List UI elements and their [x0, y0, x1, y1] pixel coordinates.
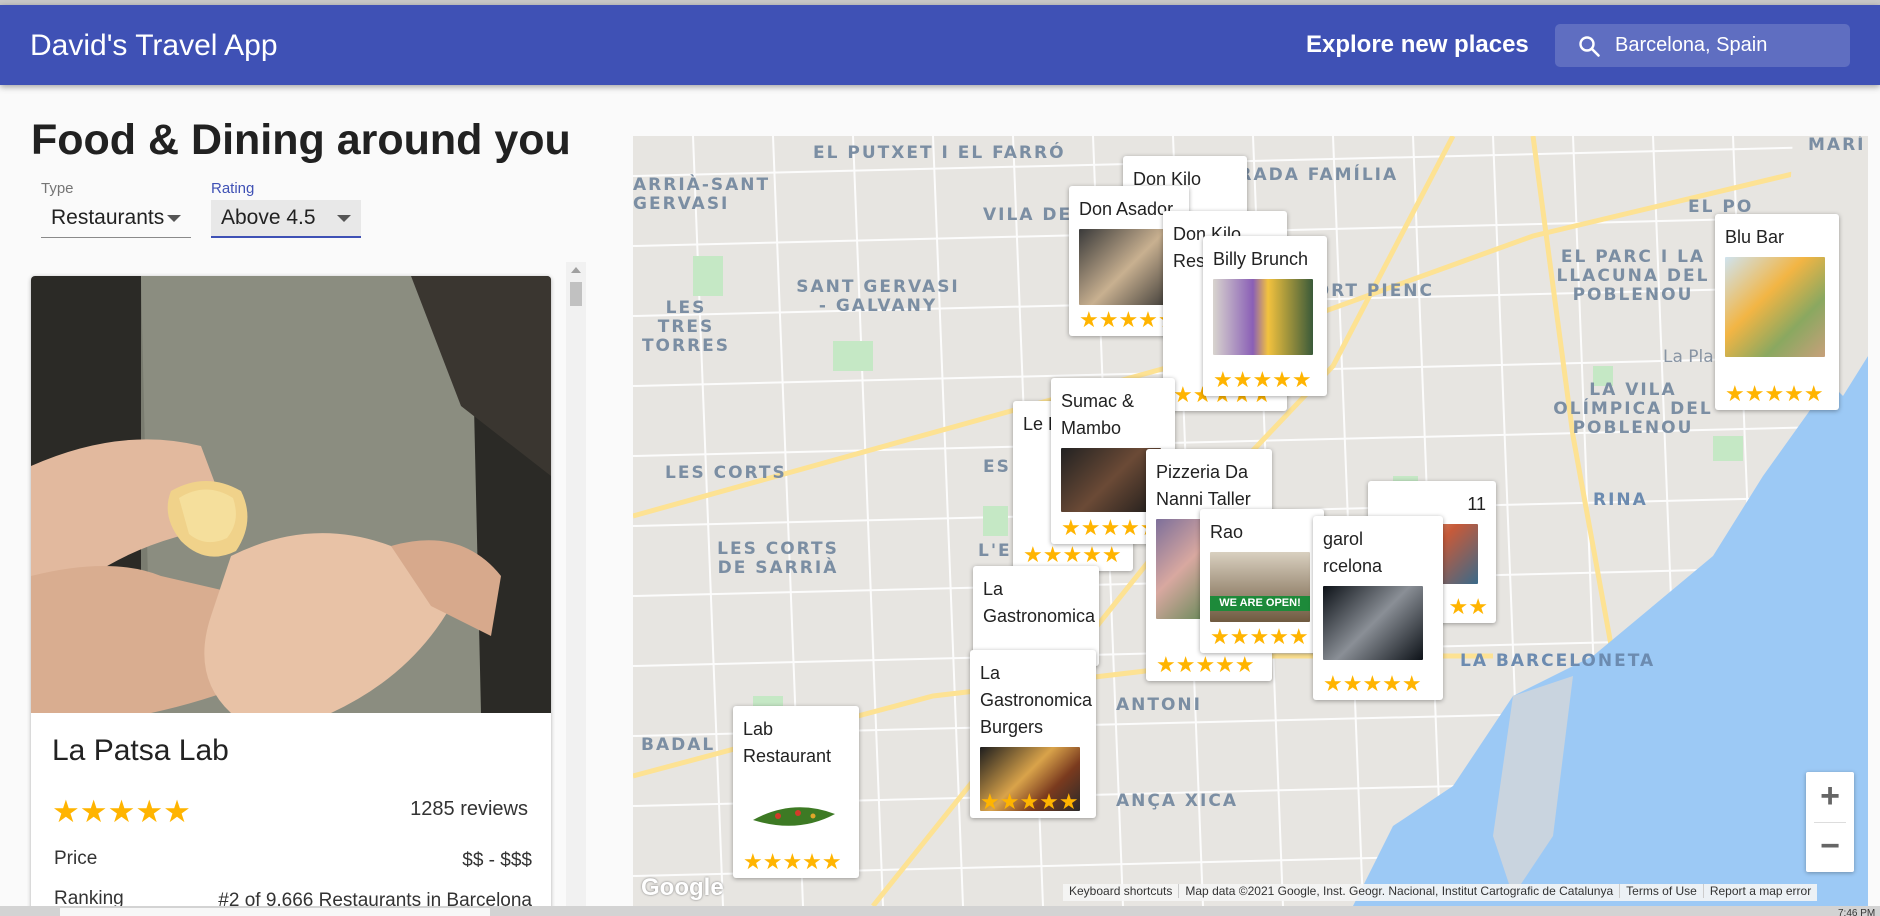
map-place-card[interactable]: Rao WE ARE OPEN! ★★★★★	[1200, 509, 1324, 653]
search-icon	[1579, 36, 1600, 57]
keyboard-shortcuts-link[interactable]: Keyboard shortcuts	[1063, 884, 1178, 898]
rating-stars: ★★★★★	[1725, 381, 1824, 406]
place-thumbnail	[743, 776, 843, 852]
place-thumbnail	[1213, 279, 1313, 355]
rating-stars: ★★★★★	[1023, 542, 1122, 567]
map-place-name: 11	[1467, 494, 1486, 514]
zoom-control: + −	[1806, 772, 1854, 872]
map-label: ANTONI	[1116, 695, 1202, 715]
map-label: RINA	[1593, 490, 1648, 510]
map-label: BADAL	[641, 735, 716, 755]
type-filter[interactable]: Type Restaurants	[41, 180, 191, 238]
map-footer: Keyboard shortcuts Map data ©2021 Google,…	[1063, 884, 1818, 901]
map-label: LES TRES TORRES	[641, 298, 731, 356]
rating-stars: ★★★★★	[1061, 515, 1160, 540]
place-photo	[31, 276, 551, 713]
report-map-error-link[interactable]: Report a map error	[1702, 884, 1818, 898]
google-logo: Google	[641, 874, 724, 901]
map-label: La Pla	[1663, 347, 1714, 367]
map-place-name: Pizzeria Da Nanni Taller	[1156, 462, 1251, 509]
app-title: David's Travel App	[30, 29, 278, 62]
price-label: Price	[54, 848, 98, 869]
page-title: Food & Dining around you	[31, 116, 571, 164]
type-select[interactable]: Restaurants	[41, 200, 191, 238]
map-label: LES CORTS	[665, 463, 787, 483]
explore-label: Explore new places	[1306, 31, 1529, 58]
place-thumbnail	[1323, 586, 1423, 660]
rating-select[interactable]: Above 4.5	[211, 200, 361, 238]
map-label: L'E	[978, 541, 1012, 561]
map-place-card[interactable]: garol rcelona ★★★★★	[1313, 516, 1443, 700]
map-place-name: garol rcelona	[1323, 529, 1383, 576]
map-place-card[interactable]: La Gastronomica Burgers ★★★★★	[970, 650, 1096, 818]
place-thumbnail	[1156, 519, 1206, 619]
map-label: MARÍ	[1808, 136, 1866, 155]
scroll-thumb[interactable]	[570, 282, 582, 306]
map-label: ES	[983, 457, 1011, 477]
price-value: $$ - $$$	[462, 850, 532, 871]
map-place-name: La Gastronomica Burgers	[980, 663, 1093, 737]
zoom-in-button[interactable]: +	[1806, 772, 1854, 822]
rating-stars: ★★★★★	[1213, 367, 1312, 392]
map-data-attribution: Map data ©2021 Google, Inst. Geogr. Naci…	[1178, 884, 1620, 898]
map-label: LES CORTS DE SARRIÀ	[717, 539, 839, 578]
map-place-name: La Gastronomica	[983, 579, 1096, 626]
place-thumbnail	[1725, 257, 1825, 357]
search-input[interactable]	[1615, 24, 1840, 67]
map-place-name: Rao	[1210, 522, 1244, 542]
map-label: LA BARCELONETA	[1460, 651, 1656, 671]
map-place-name: Lab Restaurant	[743, 719, 832, 766]
map-place-card[interactable]: Blu Bar ★★★★★	[1715, 214, 1839, 410]
rating-select-value: Above 4.5	[221, 206, 316, 229]
search-box[interactable]	[1555, 24, 1850, 67]
taskbar-clock: 7:46 PM	[1838, 908, 1876, 916]
rating-stars: ★★★★★	[52, 794, 191, 829]
map-label: EL PARC I LA LLACUNA DEL POBLENOU	[1556, 247, 1710, 305]
chevron-down-icon	[167, 215, 181, 222]
map-label: SANT GERVASI - GALVANY	[796, 277, 960, 316]
map-label: VILA DE	[983, 205, 1073, 225]
rating-filter[interactable]: Rating Above 4.5	[211, 180, 361, 238]
review-count: 1285 reviews	[410, 798, 528, 820]
type-select-value: Restaurants	[51, 206, 165, 229]
thumbnail-caption: WE ARE OPEN!	[1210, 596, 1310, 611]
rating-stars: ★★★★★	[1156, 652, 1255, 677]
map-place-name: Billy Brunch	[1213, 249, 1309, 269]
place-thumbnail: WE ARE OPEN!	[1210, 552, 1310, 622]
place-name: La Patsa Lab	[52, 734, 229, 767]
rating-stars: ★★★★★	[1323, 671, 1422, 696]
type-filter-label: Type	[41, 180, 74, 197]
map-place-name: Blu Bar	[1725, 227, 1785, 247]
rating-stars: ★★	[1448, 594, 1488, 619]
map-label: ARRIÀ-SANT GERVASI	[633, 175, 771, 214]
rating-stars: ★★★★★	[1210, 624, 1309, 649]
map-label: EL PUTXET I EL FARRÓ	[813, 143, 1066, 163]
rating-filter-label: Rating	[211, 180, 255, 197]
rating-stars: ★★★★★	[980, 789, 1079, 814]
map-label: ANÇA XICA	[1116, 791, 1239, 811]
list-scrollbar[interactable]	[566, 262, 586, 916]
place-card[interactable]: La Patsa Lab ★★★★★ 1285 reviews Price $$…	[31, 276, 551, 916]
horizontal-scroll-thumb[interactable]	[60, 908, 490, 916]
chevron-down-icon	[337, 215, 351, 222]
scroll-up-arrow-icon[interactable]	[571, 267, 581, 273]
map[interactable]: EL PUTXET I EL FARRÓ SAGRADA FAMÍLIA ARR…	[633, 136, 1868, 906]
map-label: LA VILA OLÍMPICA DEL POBLENOU	[1553, 380, 1713, 438]
app-bar: David's Travel App Explore new places	[0, 5, 1880, 85]
zoom-out-button[interactable]: −	[1806, 822, 1854, 872]
map-place-card[interactable]: Lab Restaurant ★★★★★	[733, 706, 859, 878]
rating-stars: ★★★★★	[743, 849, 842, 874]
map-place-name: Sumac & Mambo	[1061, 391, 1135, 438]
map-place-card[interactable]: Billy Brunch ★★★★★	[1203, 236, 1327, 396]
terms-of-use-link[interactable]: Terms of Use	[1619, 884, 1703, 898]
